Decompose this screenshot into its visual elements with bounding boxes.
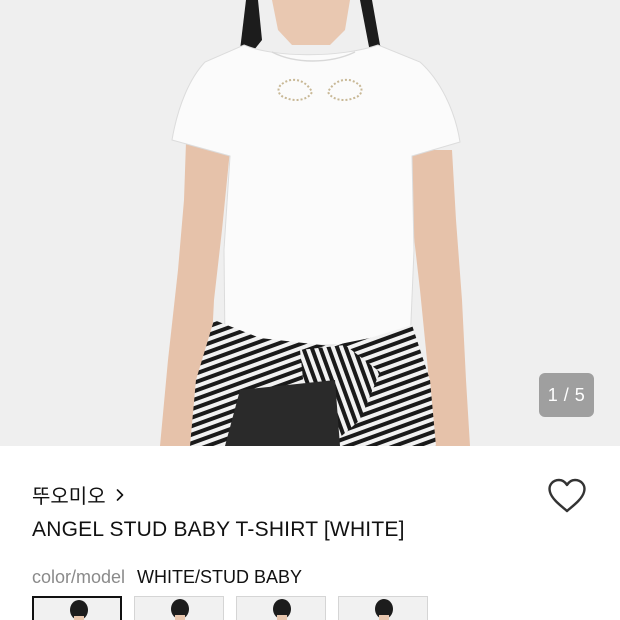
thumbnail-image <box>135 597 223 620</box>
heart-outline-icon[interactable] <box>546 476 588 516</box>
brand-link[interactable]: 뚜오미오 <box>32 480 126 509</box>
thumbnail-image <box>34 598 120 620</box>
thumbnail-option[interactable] <box>338 596 428 620</box>
thumbnail-image <box>237 597 325 620</box>
color-thumbnails <box>32 596 440 620</box>
product-title: ANGEL STUD BABY T-SHIRT [WHITE] <box>32 518 405 541</box>
chevron-right-icon <box>116 488 123 501</box>
thumbnail-option[interactable] <box>236 596 326 620</box>
image-counter: 1 / 5 <box>539 373 594 417</box>
color-value: WHITE/STUD BABY <box>137 567 303 587</box>
thumbnail-option[interactable] <box>32 596 122 620</box>
product-info: 뚜오미오 ANGEL STUD BABY T-SHIRT [WHITE] col… <box>0 446 620 620</box>
brand-name[interactable]: 뚜오미오 <box>32 480 106 509</box>
color-label: color/model <box>32 567 126 587</box>
thumbnail-option[interactable] <box>134 596 224 620</box>
product-photo <box>0 0 620 446</box>
product-image-carousel[interactable]: 1 / 5 <box>0 0 620 446</box>
thumbnail-image <box>339 597 427 620</box>
color-option-row: color/model WHITE/STUD BABY <box>32 567 302 588</box>
